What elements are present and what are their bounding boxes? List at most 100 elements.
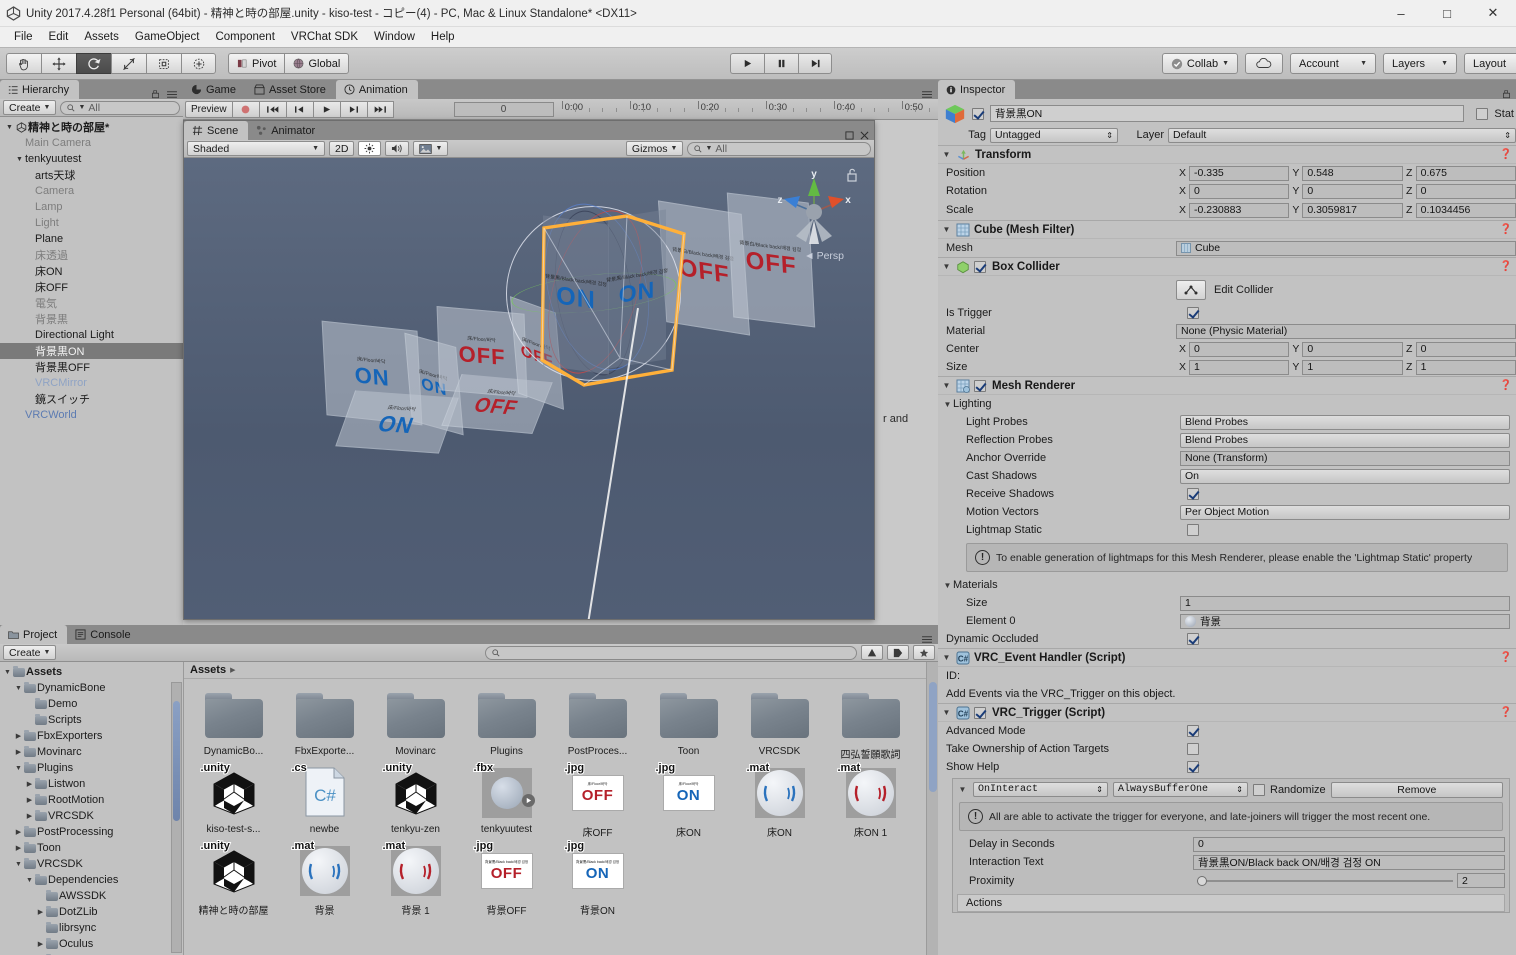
foldout-icon[interactable]: ▼ (941, 150, 952, 159)
edit-collider-button[interactable] (1176, 280, 1206, 300)
vrc-event-handler-component-header[interactable]: ▼ C# VRC_Event Handler (Script) ❓ (938, 648, 1516, 667)
asset-item[interactable]: .mat床ON 1 (831, 765, 910, 839)
position-x-field[interactable]: -0.335 (1189, 166, 1289, 181)
mesh-field[interactable]: Cube (1176, 241, 1516, 256)
randomize-checkbox[interactable] (1253, 784, 1265, 796)
scale-y-field[interactable]: 0.3059817 (1302, 203, 1402, 218)
pivot-toggle[interactable]: Pivot (228, 53, 284, 74)
hierarchy-item[interactable]: 床透過 (0, 247, 183, 263)
foldout-open-icon[interactable]: ▼ (14, 156, 25, 163)
breadcrumb[interactable]: Assets ▶ (184, 662, 938, 679)
project-tree-item[interactable]: ▶FbxExporters (0, 728, 183, 744)
receive-shadows-checkbox[interactable] (1187, 488, 1199, 500)
vrc-trigger-enabled-checkbox[interactable] (974, 707, 986, 719)
scene-fx-dropdown[interactable]: ▼ (413, 141, 448, 156)
foldout-open-icon[interactable]: ▼ (25, 877, 34, 884)
foldout-open-icon[interactable]: ▼ (4, 124, 15, 131)
project-tree-item[interactable]: ▼Dependencies (0, 872, 183, 888)
close-button[interactable]: ✕ (1470, 0, 1516, 26)
scene-search-input[interactable]: ▼ All (687, 142, 871, 156)
dynamic-occluded-checkbox[interactable] (1187, 633, 1199, 645)
global-toggle[interactable]: Global (284, 53, 349, 74)
asset-item[interactable]: .mat床ON (740, 765, 819, 839)
animation-first-key-button[interactable] (259, 101, 286, 118)
foldout-closed-icon[interactable]: ▶ (14, 844, 23, 852)
foldout-open-icon[interactable]: ▼ (14, 765, 23, 772)
trigger-remove-button[interactable]: Remove (1331, 782, 1503, 798)
animation-last-key-button[interactable] (367, 101, 394, 118)
foldout-closed-icon[interactable]: ▶ (25, 796, 34, 804)
minimize-button[interactable]: – (1378, 0, 1424, 26)
scrollbar-thumb[interactable] (173, 701, 180, 821)
box-collider-component-header[interactable]: ▼ Box Collider ❓ (938, 257, 1516, 276)
project-filter-label-button[interactable] (887, 645, 909, 660)
move-tool-button[interactable] (41, 53, 76, 74)
foldout-icon[interactable]: ▼ (941, 225, 952, 234)
animation-timeline-ruler[interactable]: 0:000:100:200:300:400:501:00 (562, 99, 938, 120)
scrollbar-thumb[interactable] (929, 682, 937, 792)
scene-draw-mode-dropdown[interactable]: Shaded ▼ (187, 141, 325, 156)
project-tree-item[interactable]: ▼DynamicBone (0, 680, 183, 696)
tab-project[interactable]: Project (0, 625, 67, 644)
scale-z-field[interactable]: 0.1034456 (1416, 203, 1516, 218)
project-create-button[interactable]: Create ▼ (3, 645, 56, 660)
project-tree-item[interactable]: ▼Plugins (0, 760, 183, 776)
delay-field[interactable]: 0 (1193, 837, 1505, 852)
hierarchy-item[interactable]: 背景黒OFF (0, 359, 183, 375)
scale-tool-button[interactable] (111, 53, 146, 74)
menu-help[interactable]: Help (423, 29, 463, 45)
hierarchy-item[interactable]: Main Camera (0, 135, 183, 151)
hierarchy-item[interactable]: arts天球 (0, 167, 183, 183)
maximize-button[interactable]: □ (1424, 0, 1470, 26)
project-tree-item[interactable]: ▶Movinarc (0, 744, 183, 760)
materials-size-field[interactable]: 1 (1180, 596, 1510, 611)
lightmap-static-checkbox[interactable] (1187, 524, 1199, 536)
hierarchy-item[interactable]: 鏡スイッチ (0, 391, 183, 407)
foldout-closed-icon[interactable]: ▶ (36, 940, 45, 948)
pause-button[interactable] (764, 53, 798, 74)
materials-foldout-row[interactable]: ▼ Materials (938, 576, 1516, 594)
physic-material-field[interactable]: None (Physic Material) (1176, 324, 1516, 339)
hierarchy-item[interactable]: VRCWorld (0, 407, 183, 423)
project-tree-item[interactable]: librsync (0, 920, 183, 936)
hierarchy-item[interactable]: ▼精神と時の部屋* (0, 119, 183, 135)
hierarchy-item[interactable]: VRCMirror (0, 375, 183, 391)
foldout-closed-icon[interactable]: ▶ (25, 812, 34, 820)
foldout-closed-icon[interactable]: ▶ (25, 780, 34, 788)
tab-animation[interactable]: Animation (336, 80, 418, 99)
asset-item[interactable]: Movinarc (376, 687, 455, 761)
hierarchy-item[interactable]: Directional Light (0, 327, 183, 343)
asset-item[interactable]: PostProces... (558, 687, 637, 761)
asset-item[interactable]: Toon (649, 687, 728, 761)
project-tree-scrollbar[interactable] (171, 682, 182, 953)
layers-button[interactable]: Layers ▼ (1383, 53, 1457, 74)
menu-window[interactable]: Window (366, 29, 423, 45)
layout-button[interactable]: Layout (1464, 53, 1516, 74)
menu-assets[interactable]: Assets (76, 29, 127, 45)
box-collider-enabled-checkbox[interactable] (974, 261, 986, 273)
lighting-foldout-row[interactable]: ▼ Lighting (938, 395, 1516, 413)
asset-item[interactable]: FbxExporte... (285, 687, 364, 761)
foldout-open-icon[interactable]: ▼ (14, 861, 23, 868)
menu-component[interactable]: Component (207, 29, 282, 45)
foldout-closed-icon[interactable]: ▶ (14, 732, 23, 740)
tab-hierarchy[interactable]: Hierarchy (0, 80, 79, 99)
rotation-y-field[interactable]: 0 (1302, 184, 1402, 199)
asset-item[interactable]: VRCSDK (740, 687, 819, 761)
foldout-icon[interactable]: ▼ (957, 785, 968, 794)
materials-element0-field[interactable]: 背景 (1180, 614, 1510, 629)
tab-game[interactable]: Game (183, 80, 246, 99)
project-tree-item[interactable]: ▶Toon (0, 840, 183, 856)
scene-gizmos-dropdown[interactable]: Gizmos ▼ (626, 141, 684, 156)
hierarchy-item[interactable]: Camera (0, 183, 183, 199)
asset-item[interactable]: Plugins (467, 687, 546, 761)
project-tree-item[interactable]: Scripts (0, 712, 183, 728)
take-ownership-checkbox[interactable] (1187, 743, 1199, 755)
asset-item[interactable]: .jpg背景黒/Black back/배경 검정OFF背景OFF (467, 843, 546, 917)
advanced-mode-checkbox[interactable] (1187, 725, 1199, 737)
mesh-filter-component-header[interactable]: ▼ Cube (Mesh Filter) ❓ (938, 220, 1516, 239)
layer-dropdown[interactable]: Default⇕ (1168, 128, 1516, 143)
asset-item[interactable]: .unitykiso-test-s... (194, 765, 273, 839)
position-z-field[interactable]: 0.675 (1416, 166, 1516, 181)
anchor-override-field[interactable]: None (Transform) (1180, 451, 1510, 466)
